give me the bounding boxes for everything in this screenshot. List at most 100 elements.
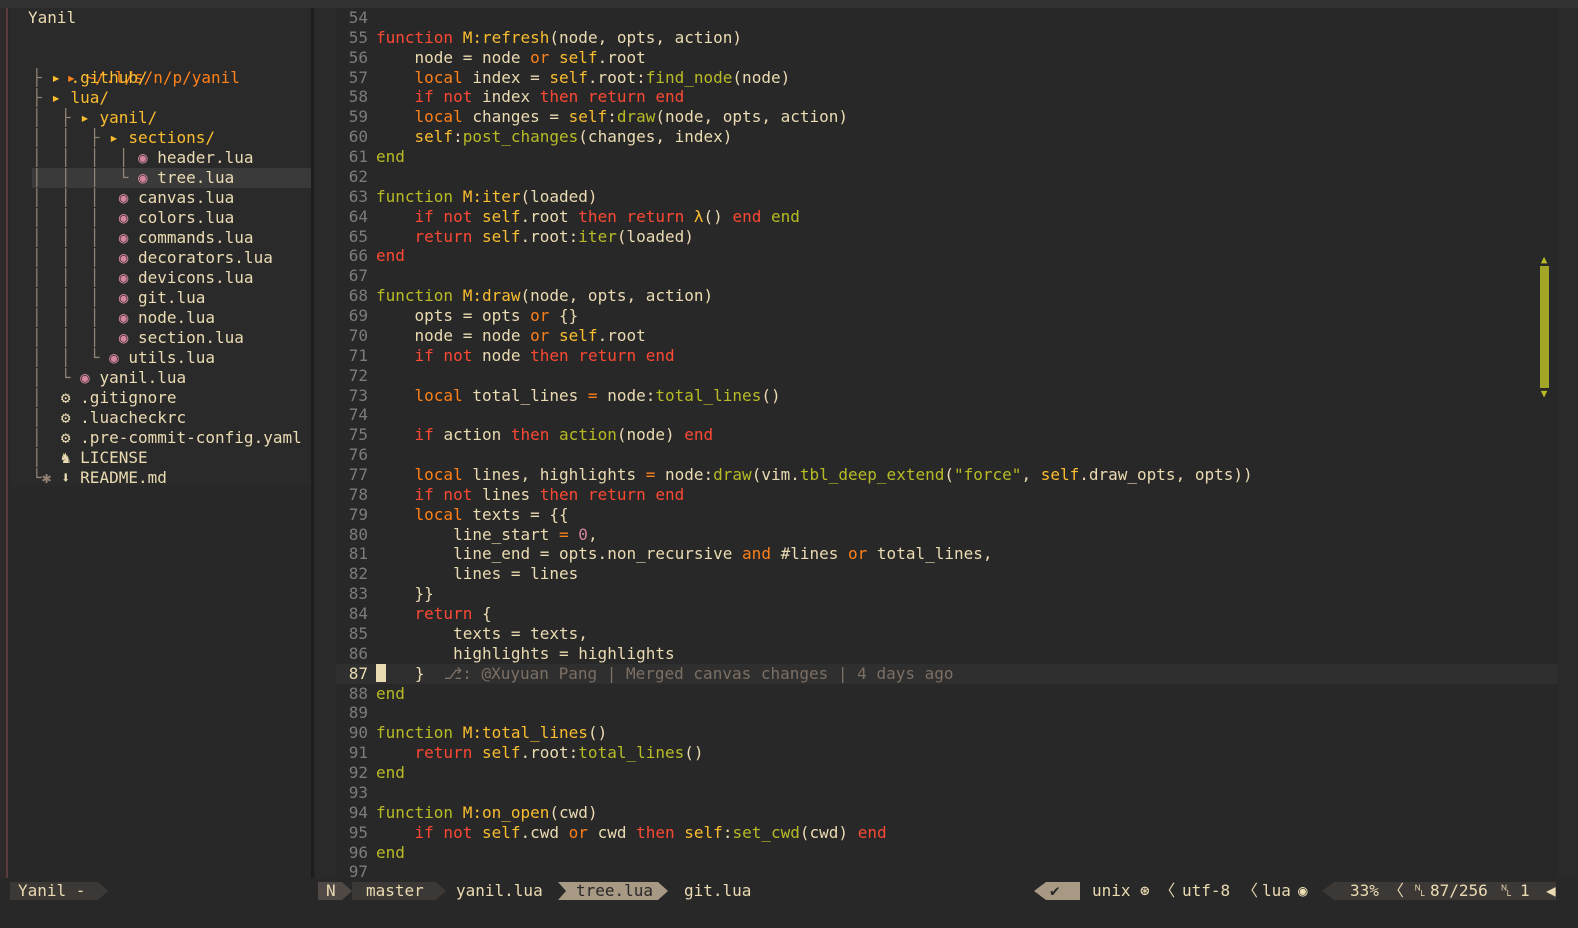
tree-item[interactable]: │ │ │ ◉ git.lua	[32, 288, 205, 308]
tree-guide: │ │ │	[32, 308, 119, 327]
line-number: 56	[348, 47, 368, 67]
tree-root[interactable]: ▸ ~/.l/s/n/p/yanil	[28, 48, 240, 87]
code-line[interactable]: 70 node = node or self.root	[336, 326, 1558, 346]
file-tree-sidebar[interactable]: Yanil ▸ ~/.l/s/n/p/yanil ├ ▸ .github/├ ▸…	[10, 8, 311, 486]
command-line[interactable]	[0, 904, 1578, 928]
lua-file-icon: ◉	[80, 368, 100, 387]
buffer-tab-active[interactable]: tree.lua	[576, 881, 653, 901]
tree-item[interactable]: │ │ │ ◉ decorators.lua	[32, 248, 273, 268]
code-line[interactable]: 94 function M:on_open(cwd)	[336, 803, 1558, 823]
code-line[interactable]: 55 function M:refresh(node, opts, action)	[336, 28, 1558, 48]
code-line[interactable]: 59 local changes = self:draw(node, opts,…	[336, 107, 1558, 127]
code-line[interactable]: 75 if action then action(node) end	[336, 425, 1558, 445]
code-line[interactable]: 57 local index = self.root:find_node(nod…	[336, 68, 1558, 88]
tree-item[interactable]: └✱ ⬇ README.md	[32, 468, 167, 486]
code-token: :	[607, 107, 617, 127]
code-line[interactable]: 83 }}	[336, 584, 1558, 604]
code-line[interactable]: 61 end	[336, 147, 1558, 167]
config-file-icon: ⬇	[60, 468, 81, 486]
tree-item[interactable]: │ ⚙ .gitignore	[32, 388, 177, 408]
code-line[interactable]: 92 end	[336, 763, 1558, 783]
tree-item[interactable]: ├ ▸ .github/	[32, 68, 148, 88]
code-line[interactable]: 78 if not lines then return end	[336, 485, 1558, 505]
code-line[interactable]: 90 function M:total_lines()	[336, 723, 1558, 743]
code-token: then return end	[539, 87, 685, 107]
code-line[interactable]: 56 node = node or self.root	[336, 48, 1558, 68]
scrollbar[interactable]: ▲ ▼	[1538, 254, 1550, 400]
tree-item-label: decorators.lua	[137, 248, 273, 267]
tree-item[interactable]: │ └ ◉ yanil.lua	[32, 368, 186, 388]
scroll-down-icon[interactable]: ▼	[1538, 388, 1550, 400]
tree-item[interactable]: │ │ │ ◉ section.lua	[32, 328, 244, 348]
buffer-tab[interactable]: yanil.lua	[456, 881, 543, 901]
code-line[interactable]: 91 return self.root:total_lines()	[336, 743, 1558, 763]
code-line[interactable]: 71 if not node then return end	[336, 346, 1558, 366]
code-line[interactable]: 95 if not self.cwd or cwd then self:set_…	[336, 823, 1558, 843]
code-line[interactable]: 82 lines = lines	[336, 564, 1558, 584]
code-line[interactable]: 89	[336, 703, 1558, 723]
tree-item[interactable]: │ ⚙ .luacheckrc	[32, 408, 186, 428]
tree-item[interactable]: │ ♞ LICENSE	[32, 448, 148, 468]
split-separator[interactable]	[311, 8, 314, 878]
git-blame-annotation: ⎇: @Xuyuan Pang | Merged canvas changes …	[443, 663, 954, 683]
tree-item[interactable]: │ ├ ▸ yanil/	[32, 108, 157, 128]
tree-guide: │ │ │	[32, 248, 119, 267]
code-line[interactable]: 73 local total_lines = node:total_lines(…	[336, 386, 1558, 406]
scroll-up-icon[interactable]: ▲	[1538, 254, 1550, 266]
tree-item[interactable]: │ │ │ ◉ devicons.lua	[32, 268, 254, 288]
scrollbar-thumb[interactable]	[1540, 266, 1549, 388]
code-token: if not	[376, 822, 482, 842]
code-line[interactable]: 62	[336, 167, 1558, 187]
tree-item[interactable]: │ │ └ ◉ utils.lua	[32, 348, 215, 368]
buffer-tab[interactable]: git.lua	[684, 881, 751, 901]
code-line[interactable]: 79 local texts = {{	[336, 505, 1558, 525]
code-line[interactable]: 54	[336, 8, 1558, 28]
code-line[interactable]: 85 texts = texts,	[336, 624, 1558, 644]
tree-item[interactable]: │ │ ├ ▸ sections/	[32, 128, 215, 148]
tree-item-label: node.lua	[137, 308, 216, 327]
tree-item[interactable]: ├ ▸ lua/	[32, 88, 109, 108]
code-line[interactable]: 80 line_start = 0,	[336, 525, 1558, 545]
code-token: .draw_opts, opts))	[1079, 465, 1253, 484]
code-line[interactable]: 58 if not index then return end	[336, 87, 1558, 107]
tree-item[interactable]: │ │ │ ◉ colors.lua	[32, 208, 234, 228]
code-line[interactable]: 66 end	[336, 246, 1558, 266]
code-line[interactable]: 88 end	[336, 684, 1558, 704]
code-line[interactable]: 76	[336, 445, 1558, 465]
code-line[interactable]: 60 self:post_changes(changes, index)	[336, 127, 1558, 147]
code-line[interactable]: 86 highlights = highlights	[336, 644, 1558, 664]
code-line[interactable]: 69 opts = opts or {}	[336, 306, 1558, 326]
code-token: self	[1040, 465, 1080, 484]
code-line[interactable]: 74	[336, 405, 1558, 425]
code-line[interactable]: 96 end	[336, 843, 1558, 863]
code-token: total_lines	[655, 385, 762, 405]
tree-item[interactable]: │ │ │ │ ◉ header.lua	[32, 148, 254, 168]
tree-item[interactable]: │ │ │ ◉ canvas.lua	[32, 188, 234, 208]
code-line[interactable]: 77 local lines, highlights = node:draw(v…	[336, 465, 1558, 485]
code-line[interactable]: 68 function M:draw(node, opts, action)	[336, 286, 1558, 306]
code-token: "force"	[954, 465, 1022, 484]
code-editor[interactable]: 54 55 function M:refresh(node, opts, actio…	[336, 8, 1558, 881]
code-token: #lines	[780, 544, 849, 564]
tree-item[interactable]: │ │ │ ◉ node.lua	[32, 308, 215, 328]
tree-guide: │	[32, 448, 61, 467]
code-line[interactable]: 65 return self.root:iter(loaded)	[336, 227, 1558, 247]
tree-item[interactable]: │ │ │ └ ◉ tree.lua	[32, 168, 311, 188]
code-line[interactable]: 84 return {	[336, 604, 1558, 624]
tree-item[interactable]: │ │ │ ◉ commands.lua	[32, 228, 254, 248]
code-token: .root:	[520, 226, 579, 246]
lua-file-icon: ◉	[137, 168, 158, 187]
code-line[interactable]: 63 function M:iter(loaded)	[336, 187, 1558, 207]
code-line[interactable]: 87 } ⎇: @Xuyuan Pang | Merged canvas cha…	[336, 663, 1558, 684]
code-token: end	[684, 425, 714, 445]
separator-icon: 〈	[1242, 881, 1259, 900]
tree-item[interactable]: │ ⚙ .pre-commit-config.yaml	[32, 428, 302, 448]
code-line[interactable]: 64 if not self.root then return λ() end …	[336, 207, 1558, 227]
tree-item-label: .luacheckrc	[80, 408, 187, 427]
code-line[interactable]: 93	[336, 783, 1558, 803]
code-line[interactable]: 72	[336, 366, 1558, 386]
tree-guide: │ │ │	[32, 328, 119, 347]
code-line[interactable]: 81 line_end = opts.non_recursive and #li…	[336, 544, 1558, 564]
tree-guide: │ │ ├	[32, 128, 110, 147]
code-line[interactable]: 67	[336, 266, 1558, 286]
